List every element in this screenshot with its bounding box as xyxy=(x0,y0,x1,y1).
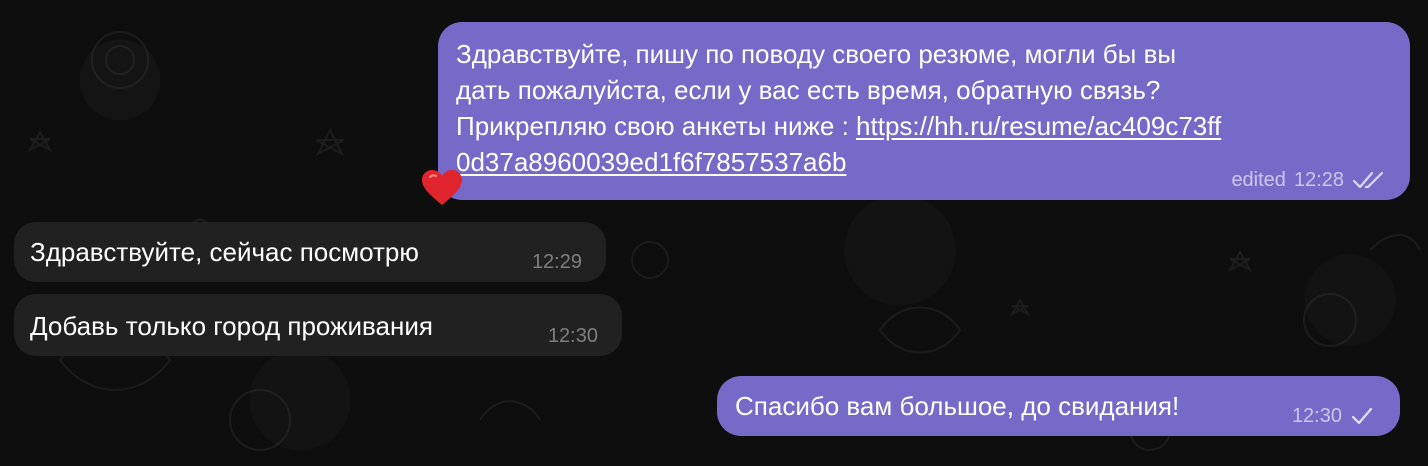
resume-link-continuation[interactable]: 0d37a8960039ed1f6f7857537a6b xyxy=(456,147,846,177)
message-text: Здравствуйте, сейчас посмотрю xyxy=(30,237,419,267)
message-time: 12:29 xyxy=(531,251,582,273)
incoming-message-add-city[interactable]: Добавь только город проживания 12:30 xyxy=(14,294,622,356)
message-meta: edited 12:28 xyxy=(1231,168,1386,192)
double-check-icon xyxy=(1352,170,1386,190)
incoming-message-checking[interactable]: Здравствуйте, сейчас посмотрю 12:29 xyxy=(14,222,606,282)
outgoing-message-thanks[interactable]: Спасибо вам большое, до свидания! 12:30 xyxy=(717,376,1400,436)
single-check-icon xyxy=(1350,406,1374,426)
message-time: 12:28 xyxy=(1293,169,1344,191)
resume-link[interactable]: https://hh.ru/resume/ac409c73ff xyxy=(856,111,1221,141)
message-time: 12:30 xyxy=(547,325,598,347)
message-text: Добавь только город проживания xyxy=(30,311,433,341)
message-time: 12:30 xyxy=(1291,405,1342,427)
heart-icon[interactable] xyxy=(420,168,464,208)
message-text: Спасибо вам большое, до свидания! xyxy=(735,391,1180,421)
outgoing-message-resume[interactable]: Здравствуйте, пишу по поводу своего резю… xyxy=(438,22,1410,200)
message-meta: 12:29 xyxy=(532,250,582,274)
edited-label: edited xyxy=(1231,169,1286,191)
message-meta: 12:30 xyxy=(548,324,598,348)
message-meta: 12:30 xyxy=(1292,404,1374,428)
message-text: Здравствуйте, пишу по поводу своего резю… xyxy=(456,39,1222,177)
